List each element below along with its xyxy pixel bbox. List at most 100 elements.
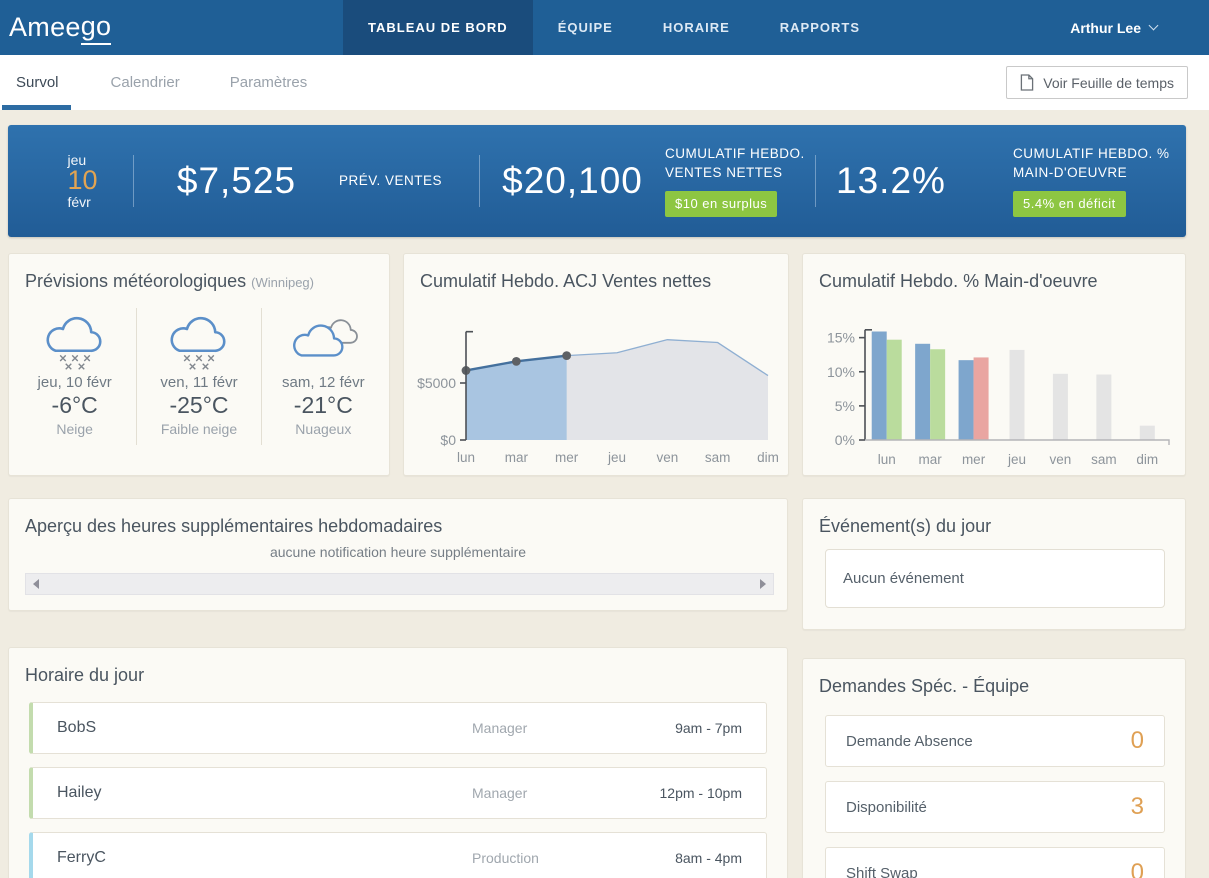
- request-row-shift-swap[interactable]: Shift Swap 0: [825, 847, 1165, 878]
- request-row-absence[interactable]: Demande Absence 0: [825, 715, 1165, 767]
- svg-text:sam: sam: [1091, 452, 1117, 467]
- weather-condition: Nuageux: [295, 421, 352, 437]
- ameego-logo[interactable]: Amee go: [0, 0, 343, 55]
- request-label: Demande Absence: [846, 732, 973, 750]
- nav-tab-horaire[interactable]: HORAIRE: [638, 0, 755, 55]
- weather-condition: Faible neige: [160, 421, 238, 437]
- svg-text:$5000: $5000: [417, 375, 456, 391]
- schedule-row-hailey[interactable]: Hailey Manager 12pm - 10pm: [29, 767, 767, 819]
- snow-cloud-icon: [137, 310, 260, 374]
- weather-day-2: sam, 12 févr -21°C Nuageux: [262, 308, 385, 445]
- user-menu[interactable]: Arthur Lee: [1070, 0, 1209, 55]
- sub-navbar: Survol Calendrier Paramètres Voir Feuill…: [0, 55, 1209, 110]
- employee-name: FerryC: [57, 849, 106, 866]
- team-requests-card: Demandes Spéc. - Équipe Demande Absence …: [802, 658, 1186, 878]
- arrow-left-icon[interactable]: [33, 579, 39, 589]
- nav-tab-equipe[interactable]: ÉQUIPE: [533, 0, 638, 55]
- request-row-disponibilite[interactable]: Disponibilité 3: [825, 781, 1165, 833]
- weather-temp: -25°C: [169, 392, 229, 418]
- right-column: Événement(s) du jour Aucun événement Dem…: [802, 498, 1186, 878]
- requests-title: Demandes Spéc. - Équipe: [819, 676, 1030, 696]
- request-count: 0: [1130, 727, 1144, 754]
- net-sales-chart-title: Cumulatif Hebdo. ACJ Ventes nettes: [420, 271, 712, 291]
- svg-text:dim: dim: [757, 450, 779, 465]
- employee-name: Hailey: [57, 784, 102, 801]
- nav-tab-tableau-de-bord[interactable]: TABLEAU DE BORD: [343, 0, 533, 55]
- svg-text:0%: 0%: [835, 432, 855, 448]
- weather-condition: Neige: [56, 421, 93, 437]
- svg-text:sam: sam: [705, 450, 731, 465]
- employee-role: Production: [472, 850, 539, 866]
- view-timesheet-button[interactable]: Voir Feuille de temps: [1006, 66, 1188, 99]
- snow-cloud-icon: [13, 310, 136, 374]
- employee-role: Manager: [472, 720, 528, 736]
- banner-date-month: févr: [67, 193, 91, 210]
- nav-tab-rapports[interactable]: RAPPORTS: [755, 0, 885, 55]
- svg-text:mar: mar: [505, 450, 529, 465]
- schedule-row-ferryc[interactable]: FerryC Production 8am - 4pm: [29, 832, 767, 878]
- labour-pct-value: 13.2%: [836, 160, 946, 201]
- weather-day-0: jeu, 10 févr -6°C Neige: [13, 308, 138, 445]
- svg-text:15%: 15%: [827, 330, 855, 346]
- svg-text:mer: mer: [555, 450, 579, 465]
- view-timesheet-label: Voir Feuille de temps: [1043, 74, 1174, 91]
- net-sales-chart-card: Cumulatif Hebdo. ACJ Ventes nettes $0 $50…: [403, 253, 789, 476]
- top-cards-row: Prévisions météorologiques (Winnipeg) je…: [8, 253, 1186, 476]
- tab-survol[interactable]: Survol: [2, 55, 70, 110]
- net-sales-area-chart: $0 $5000 lun mar mer jeu ven sam dim: [404, 298, 788, 477]
- labour-pct-chart-card: Cumulatif Hebdo. % Main-d'oeuvre lun mar m…: [802, 253, 1186, 476]
- svg-text:5%: 5%: [835, 398, 855, 414]
- forecast-sales-label: PRÉV. VENTES: [339, 172, 443, 188]
- weather-date: ven, 11 févr: [160, 374, 238, 391]
- daily-events-card: Événement(s) du jour Aucun événement: [802, 498, 1186, 630]
- employee-role: Manager: [472, 785, 528, 801]
- weather-grid: jeu, 10 févr -6°C Neige ven, 11 févr -25…: [9, 298, 389, 445]
- shift-time: 9am - 7pm: [675, 720, 742, 736]
- user-name: Arthur Lee: [1070, 19, 1141, 36]
- request-count: 0: [1130, 859, 1144, 878]
- svg-text:jeu: jeu: [607, 450, 626, 465]
- overtime-horizontal-scrollbar[interactable]: [25, 573, 774, 595]
- events-title: Événement(s) du jour: [819, 516, 992, 536]
- labour-pct-chart-title: Cumulatif Hebdo. % Main-d'oeuvre: [819, 271, 1098, 291]
- net-sales-surplus-badge: $10 en surplus: [665, 190, 778, 217]
- tab-calendrier[interactable]: Calendrier: [111, 55, 180, 110]
- request-label: Disponibilité: [846, 798, 927, 816]
- schedule-rows: BobS Manager 9am - 7pm Hailey Manager 12…: [9, 692, 787, 878]
- daily-schedule-card: Horaire du jour BobS Manager 9am - 7pm H…: [8, 647, 788, 878]
- logo-text-underlined: go: [80, 11, 112, 45]
- svg-text:mer: mer: [962, 452, 986, 467]
- document-icon: [1021, 74, 1034, 91]
- labour-deficit-badge: 5.4% en déficit: [1013, 190, 1126, 217]
- forecast-sales-value: $7,525: [176, 160, 297, 201]
- schedule-row-bobs[interactable]: BobS Manager 9am - 7pm: [29, 702, 767, 754]
- top-navbar: Amee go TABLEAU DE BORD ÉQUIPE HORAIRE RA…: [0, 0, 1209, 55]
- svg-text:mar: mar: [919, 452, 943, 467]
- labour-pct-bar-chart: lun mar mer jeu ven sam dim 0% 5% 10% 15%: [803, 298, 1185, 477]
- svg-text:10%: 10%: [827, 364, 855, 380]
- overtime-card: Aperçu des heures supplémentaires hebdom…: [8, 498, 788, 611]
- tab-parametres[interactable]: Paramètres: [230, 55, 308, 110]
- weather-temp: -21°C: [293, 392, 353, 418]
- weather-date: jeu, 10 févr: [37, 374, 112, 391]
- svg-text:ven: ven: [1050, 452, 1072, 467]
- arrow-right-icon[interactable]: [760, 579, 766, 589]
- kpi-banner: jeu 10 févr $7,525 PRÉV. VENTES $20,100 …: [8, 125, 1186, 237]
- lower-grid: Aperçu des heures supplémentaires hebdom…: [8, 498, 1186, 878]
- weather-title-text: Prévisions météorologiques: [25, 271, 247, 291]
- logo-text: Amee: [9, 12, 81, 42]
- net-sales-label: CUMULATIF HEBDO. VENTES NETTES $10 en su…: [665, 145, 815, 217]
- svg-text:ven: ven: [656, 450, 678, 465]
- svg-text:$0: $0: [440, 432, 456, 448]
- page-content: jeu 10 févr $7,525 PRÉV. VENTES $20,100 …: [0, 110, 1209, 878]
- svg-text:jeu: jeu: [1007, 452, 1026, 467]
- banner-date: jeu 10 févr: [8, 153, 133, 209]
- net-sales-label-line1: CUMULATIF HEBDO.: [665, 146, 805, 162]
- weather-card: Prévisions météorologiques (Winnipeg) je…: [8, 253, 390, 476]
- banner-date-day: 10: [67, 165, 98, 196]
- weather-temp: -6°C: [51, 392, 98, 418]
- chevron-down-icon: [1148, 20, 1159, 31]
- labour-pct-label: CUMULATIF HEBDO. % MAIN-D'OEUVRE 5.4% en…: [966, 145, 1186, 217]
- weather-location: (Winnipeg): [251, 275, 314, 290]
- employee-name: BobS: [57, 719, 97, 736]
